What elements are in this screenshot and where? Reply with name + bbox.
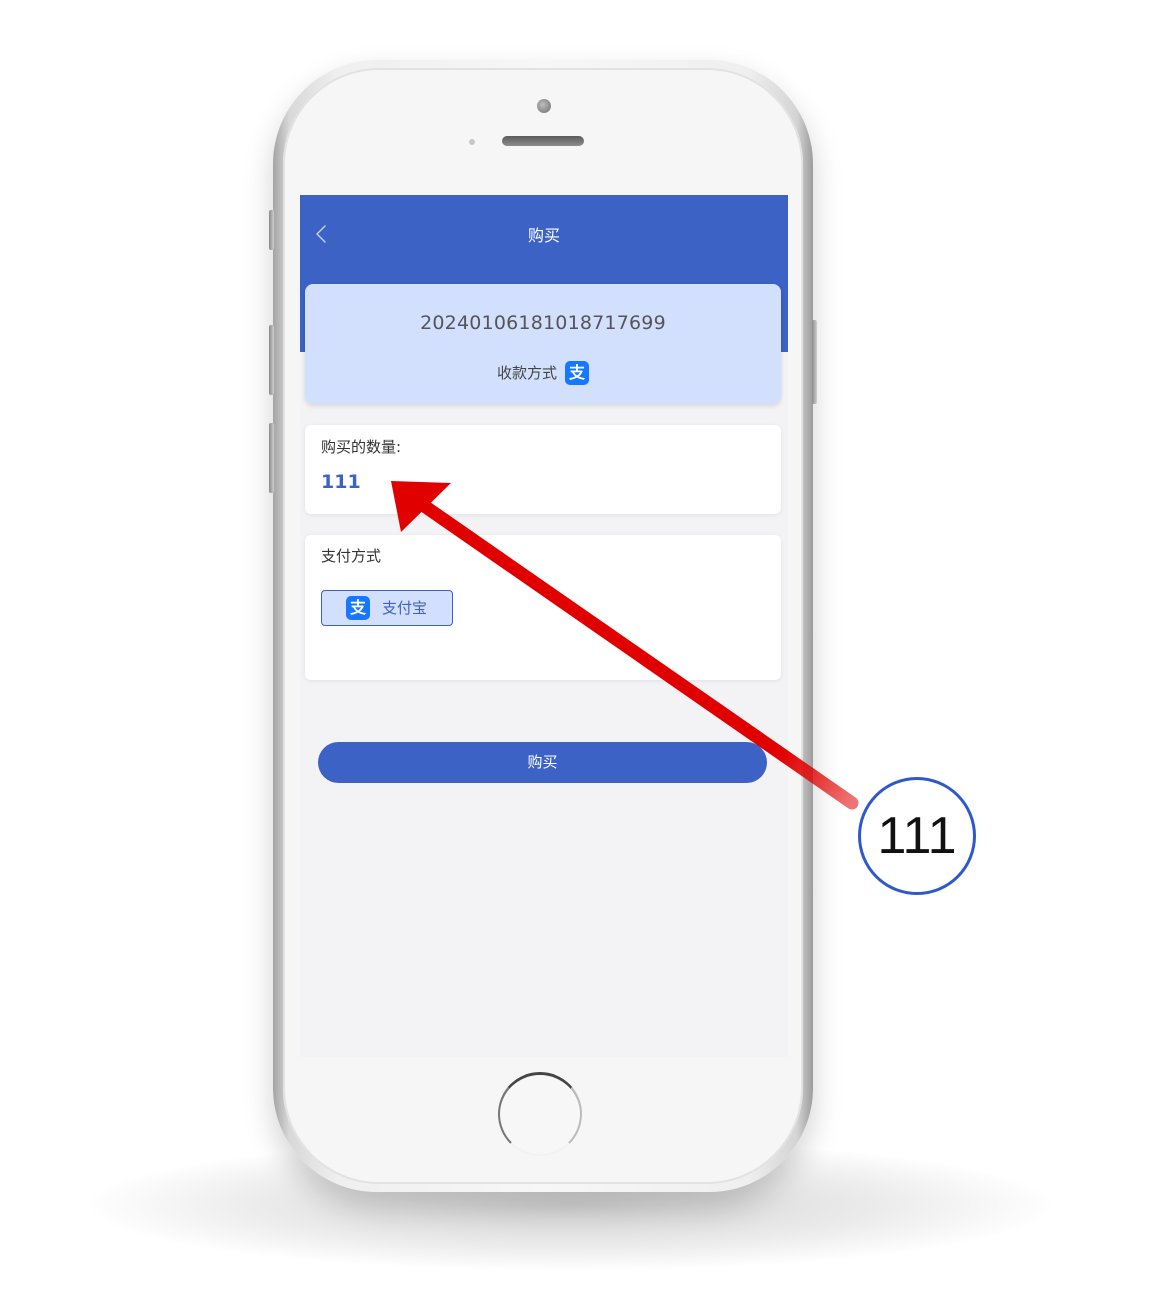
alipay-icon: 支 xyxy=(565,361,589,385)
volume-up-button xyxy=(269,325,274,395)
payment-method-label: 支付方式 xyxy=(321,547,382,565)
quantity-value[interactable]: 111 xyxy=(321,470,361,494)
quantity-label: 购买的数量: xyxy=(321,438,402,456)
callout-badge: 111 xyxy=(858,777,976,895)
callout-text: 111 xyxy=(877,807,957,865)
stage: 购买 20240106181018717699 收款方式 支 购买的数量: 11… xyxy=(0,0,1170,1304)
front-camera xyxy=(537,99,551,113)
collection-method-label: 收款方式 xyxy=(496,364,557,382)
order-info-card: 20240106181018717699 收款方式 支 xyxy=(305,284,781,404)
payment-option-label: 支付宝 xyxy=(382,599,428,617)
earpiece-speaker xyxy=(502,136,584,146)
app-screen: 购买 20240106181018717699 收款方式 支 购买的数量: 11… xyxy=(300,195,788,1057)
volume-down-button xyxy=(269,423,274,493)
alipay-icon: 支 xyxy=(346,596,370,620)
home-button[interactable] xyxy=(498,1072,582,1156)
payment-option-alipay[interactable]: 支 支付宝 xyxy=(321,590,453,626)
order-number: 20240106181018717699 xyxy=(420,312,666,334)
power-button xyxy=(812,320,817,404)
buy-button[interactable]: 购买 xyxy=(318,742,767,783)
collection-method-row: 收款方式 支 xyxy=(305,361,781,385)
proximity-sensor xyxy=(469,139,475,145)
page-title: 购买 xyxy=(527,226,560,245)
payment-method-card: 支付方式 支 支付宝 xyxy=(305,535,781,680)
quantity-card: 购买的数量: 111 xyxy=(305,425,781,514)
mute-switch xyxy=(269,210,274,250)
